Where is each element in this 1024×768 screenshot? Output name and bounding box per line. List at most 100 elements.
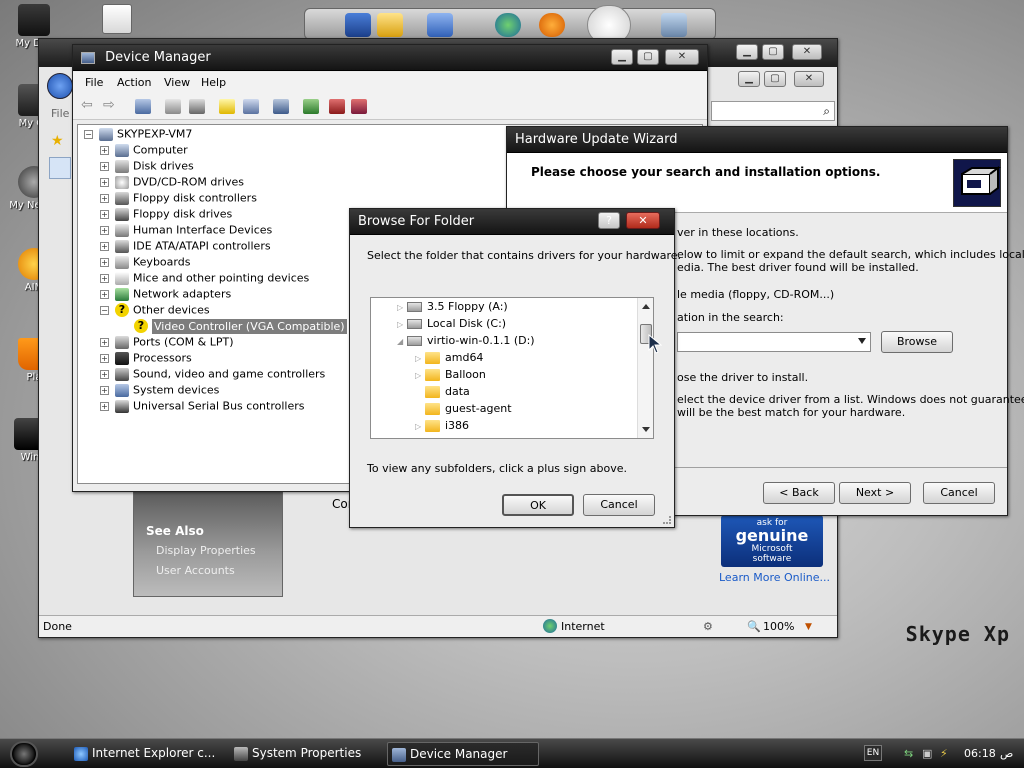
ok-button[interactable]: OK bbox=[502, 494, 574, 516]
vertical-scrollbar[interactable] bbox=[637, 298, 653, 438]
folder-icon[interactable] bbox=[377, 13, 403, 37]
task-internet-explorer[interactable]: Internet Explorer c... bbox=[70, 742, 220, 766]
expand-icon[interactable]: + bbox=[100, 273, 109, 283]
display-properties-link[interactable]: Display Properties bbox=[156, 544, 256, 557]
tree-category[interactable]: + System devices bbox=[100, 383, 219, 399]
tree-root[interactable]: − SKYPEXP-VM7 bbox=[84, 127, 192, 143]
expand-arrow-icon[interactable]: ▷ bbox=[415, 371, 425, 380]
tree-category[interactable]: + Processors bbox=[100, 351, 192, 367]
expand-icon[interactable]: + bbox=[100, 353, 109, 363]
tree-category[interactable]: + Keyboards bbox=[100, 255, 190, 271]
back-arrow-icon[interactable]: ⇦ bbox=[81, 97, 97, 113]
search-icon[interactable]: ⌕ bbox=[823, 104, 830, 119]
tray-connection-icon[interactable]: ⚡ bbox=[940, 747, 948, 760]
chevron-down-icon[interactable]: ▼ bbox=[805, 622, 812, 632]
expand-arrow-icon[interactable]: ▷ bbox=[415, 354, 425, 363]
expand-icon[interactable]: + bbox=[100, 193, 109, 203]
expand-icon[interactable]: + bbox=[100, 161, 109, 171]
tree-category[interactable]: + Human Interface Devices bbox=[100, 223, 272, 239]
folder-item[interactable]: ▷ 3.5 Floppy (A:) bbox=[397, 300, 508, 317]
disable-icon[interactable] bbox=[351, 99, 367, 114]
media-player-icon[interactable] bbox=[102, 4, 132, 34]
close-button[interactable]: ✕ bbox=[665, 49, 699, 65]
expand-icon[interactable]: + bbox=[100, 241, 109, 251]
expand-icon[interactable]: + bbox=[100, 289, 109, 299]
close-button[interactable]: ✕ bbox=[626, 212, 660, 229]
view-icon[interactable] bbox=[243, 99, 259, 114]
expand-arrow-icon[interactable]: ▷ bbox=[415, 422, 425, 431]
scroll-down-icon[interactable] bbox=[642, 427, 650, 432]
tree-category[interactable]: + DVD/CD-ROM drives bbox=[100, 175, 244, 191]
scan-hardware-icon[interactable] bbox=[273, 99, 289, 114]
update-driver-icon[interactable] bbox=[303, 99, 319, 114]
expand-icon[interactable]: + bbox=[100, 385, 109, 395]
ie-tab-icon[interactable] bbox=[49, 157, 71, 179]
user-accounts-link[interactable]: User Accounts bbox=[156, 564, 235, 577]
expand-icon[interactable]: + bbox=[100, 145, 109, 155]
start-button[interactable] bbox=[10, 741, 38, 767]
learn-more-link[interactable]: Learn More Online... bbox=[719, 571, 830, 584]
collapse-icon[interactable]: − bbox=[100, 305, 109, 315]
print-icon[interactable] bbox=[189, 99, 205, 114]
folder-item[interactable]: ▷ amd64 bbox=[415, 351, 483, 368]
minimize-button[interactable]: ▁ bbox=[738, 71, 760, 87]
menu-action[interactable]: Action bbox=[117, 76, 151, 89]
resize-grip[interactable] bbox=[663, 516, 671, 524]
uninstall-icon[interactable] bbox=[329, 99, 345, 114]
favorites-star-icon[interactable]: ★ bbox=[51, 133, 64, 149]
tree-category[interactable]: + Floppy disk drives bbox=[100, 207, 232, 223]
back-button[interactable] bbox=[47, 73, 73, 99]
forward-arrow-icon[interactable]: ⇨ bbox=[103, 97, 119, 113]
cancel-button[interactable]: Cancel bbox=[923, 482, 995, 504]
expand-arrow-icon[interactable]: ▷ bbox=[397, 303, 407, 312]
menu-help[interactable]: Help bbox=[201, 76, 226, 89]
task-device-manager[interactable]: Device Manager bbox=[387, 742, 539, 766]
folder-item[interactable]: ◢ virtio-win-0.1.1 (D:) bbox=[397, 334, 535, 351]
tree-category[interactable]: + Ports (COM & LPT) bbox=[100, 335, 234, 351]
back-button[interactable]: < Back bbox=[763, 482, 835, 504]
browse-title-bar[interactable]: Browse For Folder ? ✕ bbox=[350, 209, 674, 235]
close-button[interactable]: ✕ bbox=[792, 44, 822, 60]
expand-icon[interactable]: + bbox=[100, 337, 109, 347]
expand-arrow-icon[interactable]: ▷ bbox=[397, 320, 407, 329]
properties-icon[interactable] bbox=[165, 99, 181, 114]
task-system-properties[interactable]: System Properties bbox=[230, 742, 380, 766]
menu-file[interactable]: File bbox=[85, 76, 103, 89]
close-button[interactable]: ✕ bbox=[794, 71, 824, 87]
maximize-button[interactable]: ▢ bbox=[637, 49, 659, 65]
minimize-button[interactable]: ▁ bbox=[736, 44, 758, 60]
folder-item[interactable]: ▷ Balloon bbox=[415, 368, 486, 385]
tree-category[interactable]: + Computer bbox=[100, 143, 188, 159]
scroll-up-icon[interactable] bbox=[642, 304, 650, 309]
expand-icon[interactable]: + bbox=[100, 257, 109, 267]
recycle-bin-icon[interactable] bbox=[661, 13, 687, 37]
folder-item[interactable]: guest-agent bbox=[415, 402, 512, 419]
folder-item[interactable]: data bbox=[415, 385, 470, 402]
next-button[interactable]: Next > bbox=[839, 482, 911, 504]
search-location-combo[interactable] bbox=[677, 332, 871, 352]
tree-category[interactable]: + Mice and other pointing devices bbox=[100, 271, 309, 287]
expand-icon[interactable]: + bbox=[100, 401, 109, 411]
tree-category[interactable]: + Universal Serial Bus controllers bbox=[100, 399, 304, 415]
zoom-icon[interactable]: 🔍 bbox=[747, 620, 761, 633]
ie-menu-file[interactable]: File bbox=[51, 107, 69, 120]
menu-view[interactable]: View bbox=[164, 76, 190, 89]
help-icon[interactable] bbox=[219, 99, 235, 114]
language-indicator[interactable]: EN bbox=[864, 745, 882, 761]
device-manager-title-bar[interactable]: Device Manager ▁ ▢ ✕ bbox=[73, 45, 707, 71]
maximize-button[interactable]: ▢ bbox=[762, 44, 784, 60]
maximize-button[interactable]: ▢ bbox=[764, 71, 786, 87]
app-icon[interactable] bbox=[345, 13, 371, 37]
show-hide-tree-icon[interactable] bbox=[135, 99, 151, 114]
tree-child-item[interactable]: ? Video Controller (VGA Compatible) bbox=[134, 318, 347, 335]
cancel-button[interactable]: Cancel bbox=[583, 494, 655, 516]
window-icon[interactable] bbox=[427, 13, 453, 37]
expand-icon[interactable]: + bbox=[100, 225, 109, 235]
tree-category[interactable]: + Sound, video and game controllers bbox=[100, 367, 325, 383]
tray-network-icon[interactable]: ⇆ bbox=[904, 747, 913, 760]
chevron-down-icon[interactable] bbox=[858, 338, 866, 344]
help-button[interactable]: ? bbox=[598, 212, 620, 229]
expand-arrow-icon[interactable]: ◢ bbox=[397, 337, 407, 346]
folder-item[interactable]: ▷ Local Disk (C:) bbox=[397, 317, 506, 334]
collapse-icon[interactable]: − bbox=[84, 129, 93, 139]
